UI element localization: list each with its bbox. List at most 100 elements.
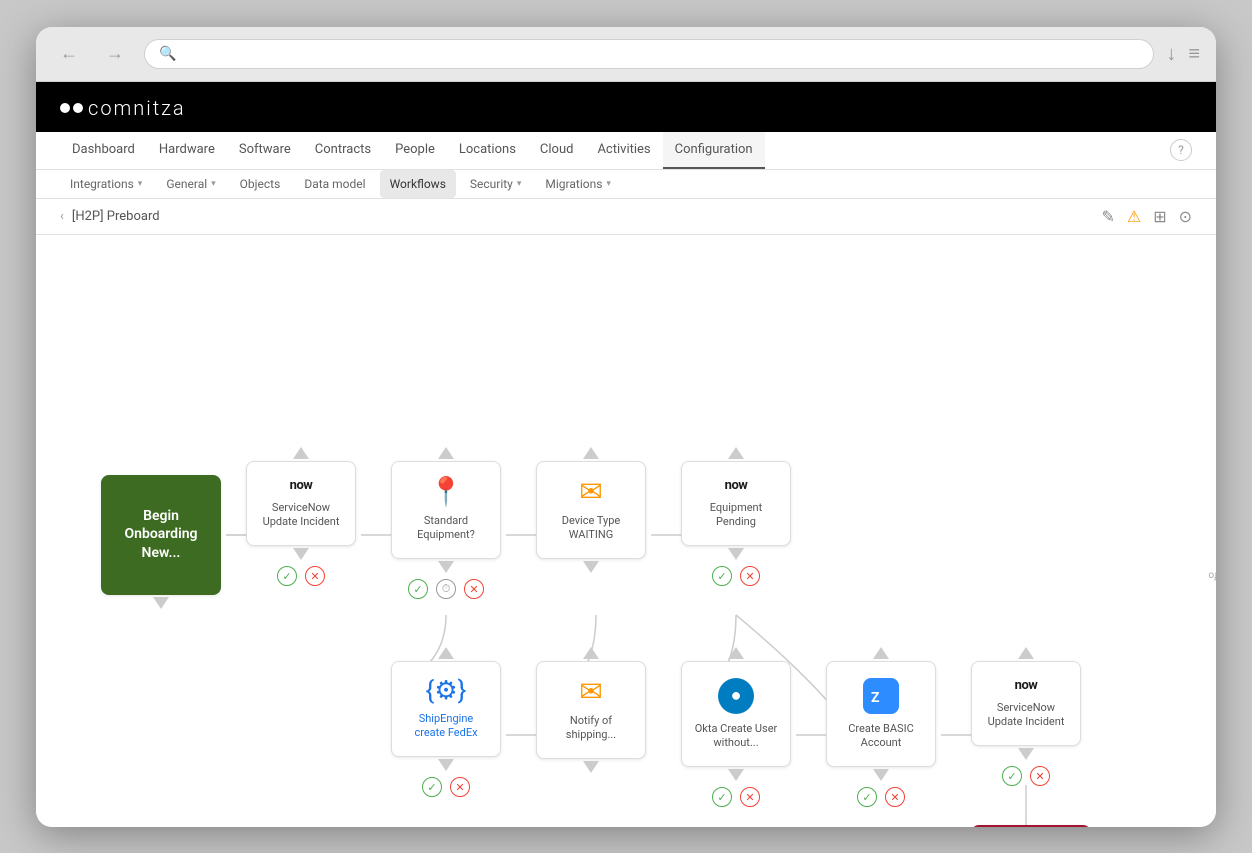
servicenow2-node[interactable]: now ServiceNowUpdate Incident ✓ ✕ bbox=[971, 645, 1081, 787]
check-btn[interactable]: ✓ bbox=[408, 579, 428, 599]
shipengine-card[interactable]: {⚙} ShipEnginecreate FedEx bbox=[391, 661, 501, 758]
browser-window: ← → 🔍 ↓ ≡ comnitza Dashboard Hardware So… bbox=[36, 27, 1216, 827]
workflow-canvas[interactable]: BeginOnboardingNew... now ServiceNowUpda… bbox=[36, 235, 1216, 827]
sub-nav-objects[interactable]: Objects bbox=[230, 170, 291, 198]
nav-contracts[interactable]: Contracts bbox=[303, 132, 383, 169]
connector-up bbox=[873, 647, 889, 659]
show-info-tab[interactable]: Show info bbox=[1208, 569, 1216, 580]
connector-up bbox=[728, 647, 744, 659]
search-input[interactable] bbox=[184, 46, 1139, 61]
device-type-card[interactable]: ✉ Device TypeWAITING bbox=[536, 461, 646, 560]
cross-btn[interactable]: ✕ bbox=[450, 777, 470, 797]
nav-software[interactable]: Software bbox=[227, 132, 303, 169]
okta-card[interactable]: ● Okta Create Userwithout... bbox=[681, 661, 791, 768]
search-icon: 🔍 bbox=[159, 46, 176, 62]
clock-btn[interactable]: ⏱ bbox=[436, 579, 456, 599]
breadcrumb-bar: ‹ [H2P] Preboard ✎ ⚠ ⊞ ⊙ bbox=[36, 199, 1216, 235]
edit-icon[interactable]: ✎ bbox=[1101, 207, 1114, 226]
nav-people[interactable]: People bbox=[383, 132, 447, 169]
nav-dashboard[interactable]: Dashboard bbox=[60, 132, 147, 169]
cross-btn[interactable]: ✕ bbox=[885, 787, 905, 807]
download-icon[interactable]: ↓ bbox=[1166, 41, 1176, 66]
check-btn[interactable]: ✓ bbox=[422, 777, 442, 797]
shipengine-actions: ✓ ✕ bbox=[422, 777, 470, 797]
standard-equipment-node[interactable]: 📍 StandardEquipment? ✓ ⏱ ✕ bbox=[391, 445, 501, 600]
connector-up bbox=[438, 647, 454, 659]
app-header: comnitza bbox=[36, 82, 1216, 132]
sub-nav-workflows[interactable]: Workflows bbox=[380, 170, 456, 198]
history-icon[interactable]: ⊙ bbox=[1179, 207, 1192, 226]
menu-icon[interactable]: ≡ bbox=[1188, 41, 1200, 66]
device-type-label: Device TypeWAITING bbox=[562, 514, 620, 543]
cross-btn[interactable]: ✕ bbox=[740, 787, 760, 807]
back-button[interactable]: ← bbox=[52, 39, 86, 68]
notify-icon: ✉ bbox=[579, 678, 602, 706]
cross-btn[interactable]: ✕ bbox=[740, 566, 760, 586]
check-btn[interactable]: ✓ bbox=[277, 566, 297, 586]
zoom-node[interactable]: Z Create BASICAccount ✓ ✕ bbox=[826, 645, 936, 808]
sub-nav-data-model[interactable]: Data model bbox=[294, 170, 375, 198]
equipment-pending-node[interactable]: now EquipmentPending ✓ ✕ bbox=[681, 445, 791, 587]
forward-button[interactable]: → bbox=[98, 39, 132, 68]
standard-equipment-card[interactable]: 📍 StandardEquipment? bbox=[391, 461, 501, 560]
nav-cloud[interactable]: Cloud bbox=[528, 132, 586, 169]
equipment-pending-label: EquipmentPending bbox=[710, 501, 762, 530]
connector-down bbox=[873, 769, 889, 781]
check-btn[interactable]: ✓ bbox=[712, 787, 732, 807]
location-icon: 📍 bbox=[429, 478, 464, 506]
nav-configuration[interactable]: Configuration bbox=[663, 132, 765, 169]
cross-btn[interactable]: ✕ bbox=[464, 579, 484, 599]
check-btn[interactable]: ✓ bbox=[857, 787, 877, 807]
servicenow2-label: ServiceNowUpdate Incident bbox=[988, 701, 1065, 730]
connector-down bbox=[438, 561, 454, 573]
connector-up bbox=[583, 647, 599, 659]
end-card[interactable]: End bbox=[971, 825, 1091, 827]
sub-nav: Integrations ▾ General ▾ Objects Data mo… bbox=[36, 170, 1216, 199]
servicenow1-logo: now bbox=[290, 478, 313, 493]
layout-icon[interactable]: ⊞ bbox=[1153, 207, 1166, 226]
connector-up bbox=[728, 447, 744, 459]
device-type-node[interactable]: ✉ Device TypeWAITING bbox=[536, 445, 646, 576]
sub-nav-integrations[interactable]: Integrations ▾ bbox=[60, 170, 152, 198]
okta-node[interactable]: ● Okta Create Userwithout... ✓ ✕ bbox=[681, 645, 791, 808]
cross-btn[interactable]: ✕ bbox=[305, 566, 325, 586]
servicenow1-node[interactable]: now ServiceNowUpdate Incident ✓ ✕ bbox=[246, 445, 356, 587]
shipengine-node[interactable]: {⚙} ShipEnginecreate FedEx ✓ ✕ bbox=[391, 645, 501, 798]
standard-equipment-label: StandardEquipment? bbox=[417, 514, 475, 543]
connector-down bbox=[583, 761, 599, 773]
notify-shipping-card[interactable]: ✉ Notify ofshipping... bbox=[536, 661, 646, 760]
connector-down bbox=[728, 548, 744, 560]
logo-text: comnitza bbox=[88, 96, 186, 120]
okta-actions: ✓ ✕ bbox=[712, 787, 760, 807]
servicenow2-actions: ✓ ✕ bbox=[1002, 766, 1050, 786]
check-btn[interactable]: ✓ bbox=[712, 566, 732, 586]
servicenow2-logo: now bbox=[1015, 678, 1038, 693]
servicenow2-card[interactable]: now ServiceNowUpdate Incident bbox=[971, 661, 1081, 747]
sub-nav-general[interactable]: General ▾ bbox=[156, 170, 225, 198]
sub-nav-migrations[interactable]: Migrations ▾ bbox=[535, 170, 621, 198]
help-button[interactable]: ? bbox=[1170, 139, 1192, 161]
breadcrumb-back[interactable]: ‹ bbox=[60, 209, 64, 224]
equipment-pending-actions: ✓ ✕ bbox=[712, 566, 760, 586]
check-btn[interactable]: ✓ bbox=[1002, 766, 1022, 786]
connector-up bbox=[293, 447, 309, 459]
notify-shipping-node[interactable]: ✉ Notify ofshipping... bbox=[536, 645, 646, 776]
canvas-inner: BeginOnboardingNew... now ServiceNowUpda… bbox=[36, 235, 1216, 827]
begin-node[interactable]: BeginOnboardingNew... bbox=[101, 475, 221, 611]
sub-nav-security[interactable]: Security ▾ bbox=[460, 170, 532, 198]
nav-locations[interactable]: Locations bbox=[447, 132, 528, 169]
cross-btn[interactable]: ✕ bbox=[1030, 766, 1050, 786]
zoom-card[interactable]: Z Create BASICAccount bbox=[826, 661, 936, 768]
begin-card[interactable]: BeginOnboardingNew... bbox=[101, 475, 221, 595]
connector-up bbox=[583, 447, 599, 459]
warning-icon[interactable]: ⚠ bbox=[1127, 207, 1141, 226]
equipment-pending-logo: now bbox=[725, 478, 748, 493]
servicenow1-card[interactable]: now ServiceNowUpdate Incident bbox=[246, 461, 356, 547]
equipment-pending-card[interactable]: now EquipmentPending bbox=[681, 461, 791, 547]
nav-activities[interactable]: Activities bbox=[585, 132, 662, 169]
svg-text:Z: Z bbox=[871, 690, 880, 706]
end-node[interactable]: End bbox=[971, 825, 1091, 827]
begin-label: BeginOnboardingNew... bbox=[124, 507, 197, 562]
nav-hardware[interactable]: Hardware bbox=[147, 132, 227, 169]
okta-label: Okta Create Userwithout... bbox=[695, 722, 778, 751]
